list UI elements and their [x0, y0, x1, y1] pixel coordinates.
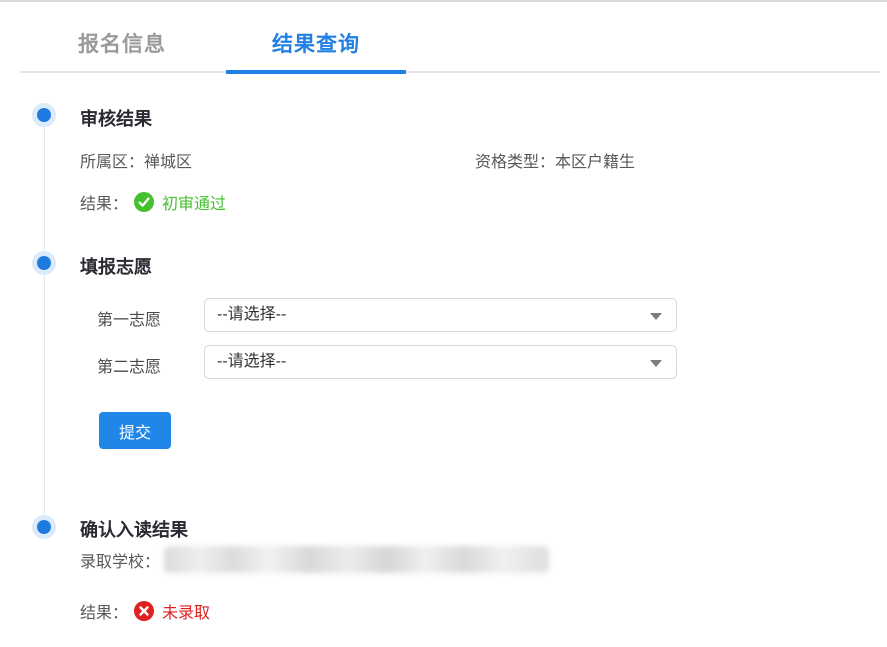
timeline-dot-volunteer [32, 251, 56, 275]
district-value: 禅城区 [144, 154, 192, 171]
district-field: 所属区：禅城区 [80, 148, 192, 172]
timeline-connector [44, 115, 45, 527]
check-circle-icon [134, 192, 154, 212]
audit-section-title: 审核结果 [80, 105, 152, 131]
chevron-down-icon [650, 313, 662, 320]
audit-result-value: 初审通过 [162, 190, 226, 214]
timeline-dot-audit [32, 103, 56, 127]
audit-result-label: 结果： [80, 190, 128, 214]
first-choice-select[interactable]: --请选择-- [204, 298, 677, 332]
top-divider [0, 0, 887, 2]
admission-result-value: 未录取 [162, 599, 210, 623]
submit-button[interactable]: 提交 [99, 412, 171, 449]
admission-school-label: 录取学校： [80, 548, 160, 572]
first-choice-label: 第一志愿 [97, 306, 161, 330]
district-label: 所属区： [80, 154, 144, 171]
timeline-dot-admission [32, 515, 56, 539]
qualification-field: 资格类型：本区户籍生 [475, 148, 635, 172]
admission-school-row: 录取学校： [80, 546, 549, 573]
tab-bar-divider [20, 71, 880, 73]
qualification-label: 资格类型： [475, 154, 555, 171]
result-query-page: 报名信息 结果查询 审核结果 所属区：禅城区 资格类型：本区户籍生 结果： 初审… [0, 0, 887, 647]
tab-registration-info[interactable]: 报名信息 [32, 28, 212, 58]
volunteer-section-title: 填报志愿 [80, 253, 152, 279]
second-choice-select[interactable]: --请选择-- [204, 345, 677, 379]
second-choice-selected-value: --请选择-- [217, 353, 286, 370]
audit-result-row: 结果： 初审通过 [80, 190, 226, 214]
redacted-school-name [164, 546, 549, 573]
tab-result-query[interactable]: 结果查询 [226, 28, 406, 58]
admission-section-title: 确认入读结果 [80, 516, 188, 542]
second-choice-label: 第二志愿 [97, 353, 161, 377]
chevron-down-icon [650, 360, 662, 367]
qualification-value: 本区户籍生 [555, 154, 635, 171]
first-choice-selected-value: --请选择-- [217, 306, 286, 323]
admission-result-label: 结果： [80, 599, 128, 623]
x-circle-icon [134, 601, 154, 621]
active-tab-underline [226, 70, 406, 74]
admission-result-row: 结果： 未录取 [80, 599, 210, 623]
